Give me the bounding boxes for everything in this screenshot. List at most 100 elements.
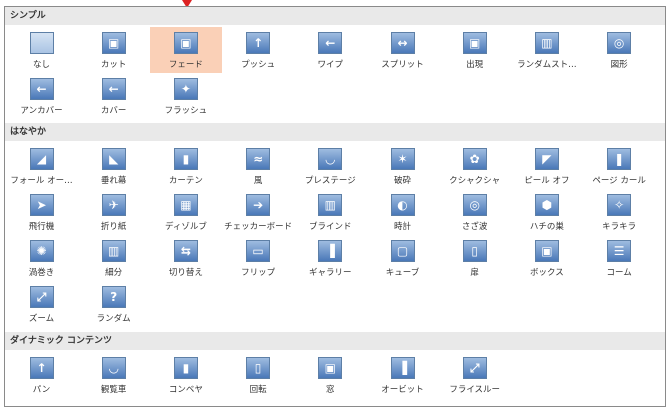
transition-label: クシャクシャ — [449, 176, 501, 186]
transition-label: フリップ — [241, 268, 276, 278]
thumb-glyph: ▮ — [182, 152, 190, 166]
transition-cube[interactable]: ▢ キューブ — [367, 235, 439, 281]
section-header: ダイナミック コンテンツ — [5, 332, 665, 350]
transition-shape[interactable]: ◎ 図形 — [583, 27, 655, 73]
transition-cover[interactable]: ← カバー — [78, 73, 150, 119]
thumb-glyph: ▮ — [182, 361, 190, 375]
transition-flip[interactable]: ▭ フリップ — [222, 235, 294, 281]
zoom-icon: ⤢ — [29, 286, 54, 308]
transition-label: 回転 — [249, 385, 267, 395]
thumb-glyph: ✶ — [397, 152, 408, 166]
transition-blinds[interactable]: ▥ ブラインド — [294, 189, 366, 235]
transition-dissolve[interactable]: ▦ ディゾルブ — [150, 189, 222, 235]
transition-origami[interactable]: ✈ 折り紙 — [78, 189, 150, 235]
transition-checkerboard[interactable]: ➔ チェッカーボード — [222, 189, 294, 235]
transition-label: カーテン — [168, 176, 203, 186]
thumb-glyph: ▣ — [180, 36, 192, 50]
thumb-glyph: ▥ — [108, 244, 120, 258]
transition-fracture[interactable]: ✶ 破砕 — [367, 143, 439, 189]
transition-wipe[interactable]: ← ワイプ — [294, 27, 366, 73]
transition-label: ランダム — [96, 314, 131, 324]
transition-fade[interactable]: ▣ フェード — [149, 27, 222, 73]
transition-uncover[interactable]: ← アンカバー — [6, 73, 78, 119]
transition-honeycomb[interactable]: ⬢ ハチの巣 — [511, 189, 583, 235]
thumb-glyph: ◐ — [397, 198, 408, 212]
cover-icon: ← — [101, 78, 126, 100]
transition-wind[interactable]: ≈ 風 — [222, 143, 294, 189]
transition-fall-over[interactable]: ◢ フォール オー… — [6, 143, 78, 189]
comb-icon: ☰ — [607, 240, 632, 262]
transition-airplane[interactable]: ➤ 飛行機 — [6, 189, 78, 235]
transition-label: キラキラ — [602, 222, 637, 232]
thumb-glyph: ⤢ — [469, 361, 480, 375]
thumb-glyph: ✿ — [469, 152, 480, 166]
transition-label: 風 — [253, 176, 263, 186]
ripple-icon: ◎ — [462, 194, 487, 216]
transition-glitter[interactable]: ✧ キラキラ — [583, 189, 655, 235]
transition-none[interactable]: なし — [6, 27, 78, 73]
transition-label: 扉 — [470, 268, 479, 278]
transition-pan[interactable]: ↑ パン — [6, 352, 78, 398]
transition-ripple[interactable]: ◎ さざ波 — [439, 189, 511, 235]
thumb-glyph: ◡ — [325, 152, 335, 166]
transition-drape[interactable]: ◣ 垂れ幕 — [78, 143, 150, 189]
transition-label: 観覧車 — [100, 385, 127, 395]
transition-page-curl[interactable]: ❚ ページ カール — [583, 143, 655, 189]
transition-shred[interactable]: ▥ 細分 — [78, 235, 150, 281]
thumb-glyph: ❚ — [614, 152, 625, 166]
transition-comb[interactable]: ☰ コーム — [583, 235, 655, 281]
transition-doors[interactable]: ▯ 扉 — [439, 235, 511, 281]
checkerboard-icon: ➔ — [246, 194, 271, 216]
transition-ferris-wheel[interactable]: ◡ 観覧車 — [78, 352, 150, 398]
transition-zoom[interactable]: ⤢ ズーム — [6, 281, 78, 327]
transition-label: ページ カール — [592, 176, 646, 186]
transition-curtains[interactable]: ▮ カーテン — [150, 143, 222, 189]
transition-rotate[interactable]: ▯ 回転 — [222, 352, 294, 398]
transition-label: 折り紙 — [100, 222, 127, 232]
thumb-glyph: ≈ — [253, 152, 264, 166]
random-bars-icon: ▥ — [534, 32, 559, 54]
transition-box[interactable]: ▣ ボックス — [511, 235, 583, 281]
transition-clock[interactable]: ◐ 時計 — [367, 189, 439, 235]
transition-crush[interactable]: ✿ クシャクシャ — [439, 143, 511, 189]
drape-icon: ◣ — [101, 148, 126, 170]
thumb-glyph: ▥ — [541, 36, 553, 50]
transition-label: ボックス — [530, 268, 564, 278]
vortex-icon: ✺ — [29, 240, 54, 262]
transition-peel-off[interactable]: ◤ ピール オフ — [511, 143, 583, 189]
box-icon: ▣ — [534, 240, 559, 262]
transition-conveyor[interactable]: ▮ コンベヤ — [150, 352, 222, 398]
transition-random-bars[interactable]: ▥ ランダムスト… — [511, 27, 583, 73]
thumb-glyph: ◎ — [469, 198, 480, 212]
thumb-glyph: ✦ — [180, 82, 191, 96]
transition-push[interactable]: ↑ プッシュ — [222, 27, 294, 73]
transition-cut[interactable]: ▣ カット — [78, 27, 150, 73]
thumb-glyph: ◢ — [36, 152, 47, 166]
transition-switch[interactable]: ⇆ 切り替え — [150, 235, 222, 281]
transition-label: ギャラリー — [309, 268, 352, 278]
transition-label: プッシュ — [241, 60, 276, 70]
transition-prestige[interactable]: ◡ プレステージ — [294, 143, 366, 189]
thumb-glyph: ▯ — [254, 361, 262, 375]
thumb-glyph: ▐ — [325, 244, 335, 258]
thumb-glyph: ↔ — [397, 36, 408, 50]
ferris-wheel-icon: ◡ — [101, 357, 126, 379]
transition-fly-through[interactable]: ⤢ フライスルー — [439, 352, 511, 398]
transition-orbit[interactable]: ▐ オービット — [367, 352, 439, 398]
fade-icon: ▣ — [173, 32, 198, 54]
transition-vortex[interactable]: ✺ 渦巻き — [6, 235, 78, 281]
transition-window[interactable]: ▣ 窓 — [294, 352, 366, 398]
transition-label: 切り替え — [168, 268, 203, 278]
transition-flash[interactable]: ✦ フラッシュ — [150, 73, 222, 119]
thumb-glyph: ? — [110, 290, 118, 304]
fracture-icon: ✶ — [390, 148, 415, 170]
transition-label: 渦巻き — [28, 268, 55, 278]
transition-reveal[interactable]: ▣ 出現 — [439, 27, 511, 73]
doors-icon: ▯ — [462, 240, 487, 262]
transition-split[interactable]: ↔ スプリット — [367, 27, 439, 73]
transition-gallery[interactable]: ▐ ギャラリー — [294, 235, 366, 281]
page-curl-icon: ❚ — [607, 148, 632, 170]
transition-random[interactable]: ? ランダム — [78, 281, 150, 327]
blinds-icon: ▥ — [318, 194, 343, 216]
thumb-glyph: ▣ — [541, 244, 553, 258]
